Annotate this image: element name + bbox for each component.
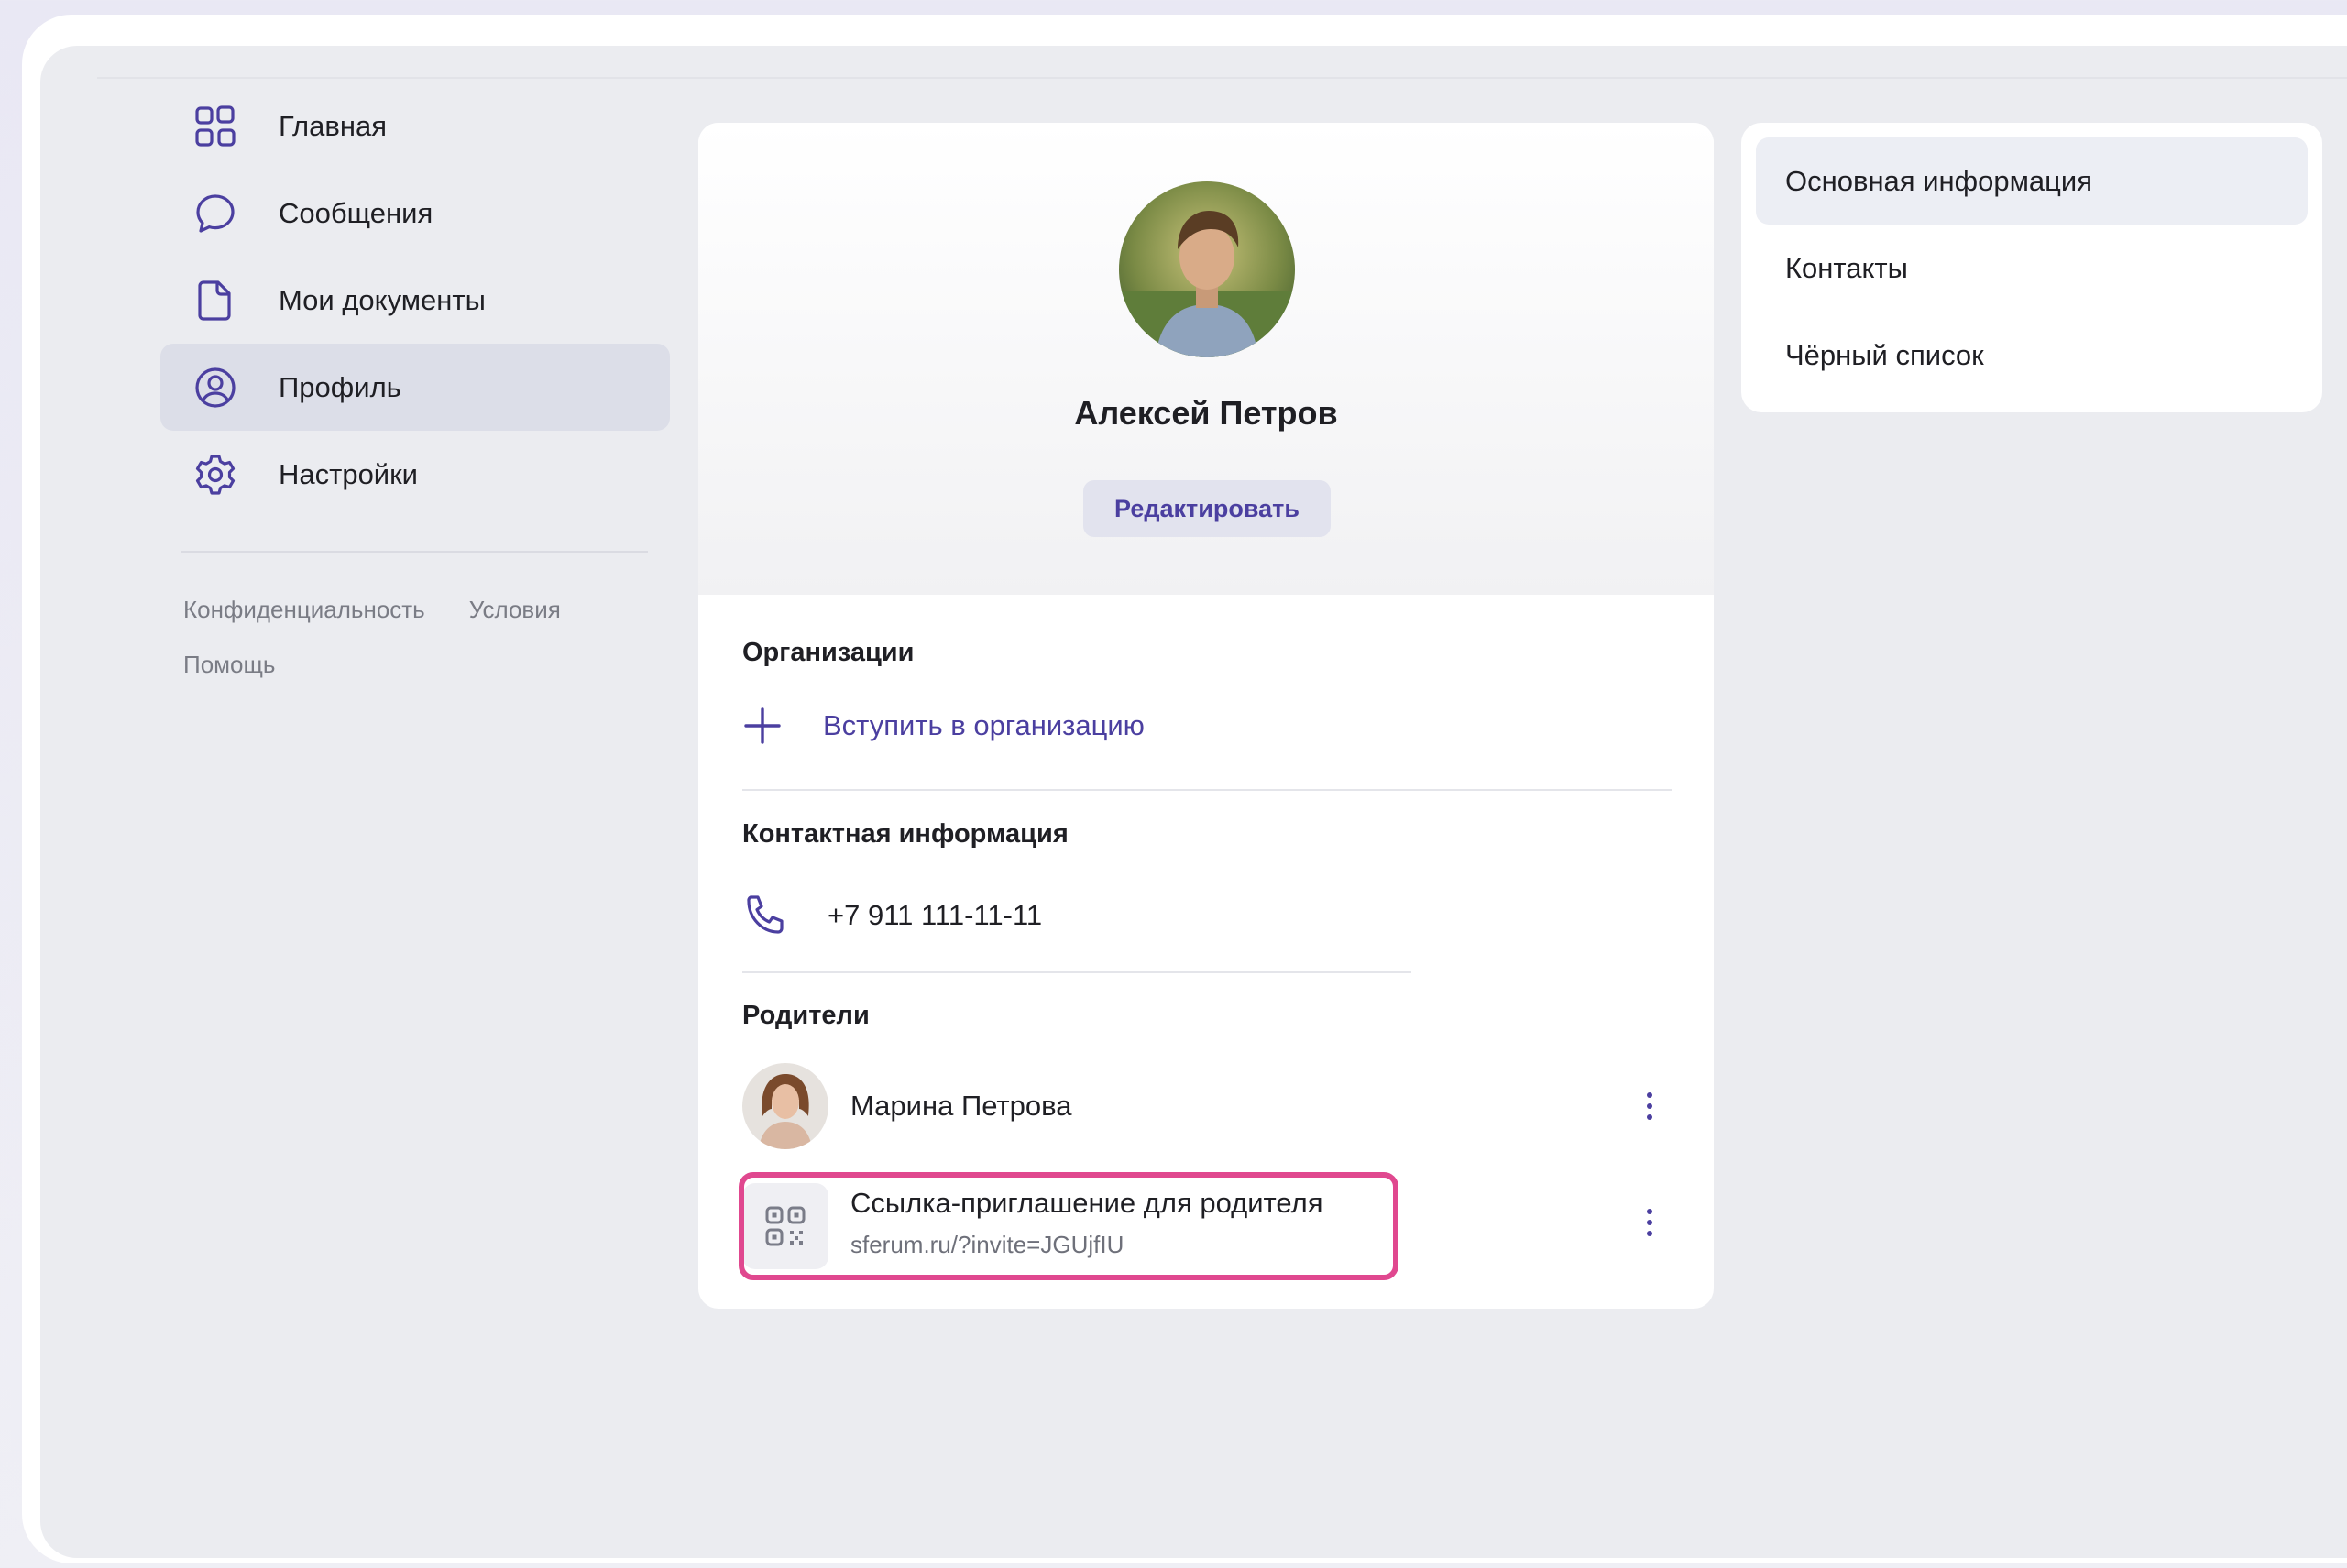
section-divider: [742, 971, 1411, 973]
app-screen: Главная Сообщения Мои документы Профиль …: [40, 46, 2347, 1558]
menu-item-basic-info[interactable]: Основная информация: [1756, 137, 2308, 225]
profile-card: Алексей Петров Редактировать Организации…: [698, 123, 1714, 1309]
profile-name: Алексей Петров: [1074, 394, 1338, 432]
plus-icon: [744, 707, 781, 744]
privacy-link[interactable]: Конфиденциальность: [183, 582, 425, 637]
sidebar-item-label: Профиль: [279, 370, 401, 403]
sidebar-item-label: Настройки: [279, 457, 419, 490]
more-options-icon[interactable]: [1631, 1079, 1668, 1134]
chat-bubble-icon: [192, 191, 238, 236]
grid-icon: [192, 104, 238, 149]
menu-item-contacts[interactable]: Контакты: [1756, 225, 2308, 312]
parents-title: Родители: [742, 1001, 870, 1030]
join-organization-label: Вступить в организацию: [823, 709, 1145, 741]
avatar[interactable]: [1119, 181, 1295, 357]
profile-sections-menu: Основная информация Контакты Чёрный спис…: [1741, 123, 2322, 412]
terms-link[interactable]: Условия: [469, 582, 561, 637]
sidebar-item-label: Мои документы: [279, 283, 486, 316]
invite-link-item[interactable]: Ссылка-приглашение для родителя sferum.r…: [739, 1172, 1668, 1280]
help-link[interactable]: Помощь: [183, 637, 275, 692]
menu-item-blacklist[interactable]: Чёрный список: [1756, 312, 2308, 399]
sidebar-item-messages[interactable]: Сообщения: [160, 170, 670, 257]
sidebar-item-label: Главная: [279, 109, 387, 142]
section-divider: [742, 789, 1672, 791]
sidebar-item-home[interactable]: Главная: [160, 82, 670, 170]
top-divider: [97, 77, 2347, 79]
join-organization-button[interactable]: Вступить в организацию: [742, 706, 1145, 746]
contacts-title: Контактная информация: [742, 819, 1069, 849]
sidebar-divider: [181, 551, 648, 553]
gear-icon: [192, 452, 238, 498]
user-circle-icon: [192, 365, 238, 411]
phone-number: +7 911 111-11-11: [828, 899, 1043, 931]
edit-profile-button[interactable]: Редактировать: [1083, 480, 1331, 537]
document-icon: [192, 278, 238, 323]
sidebar-item-profile[interactable]: Профиль: [160, 344, 670, 431]
sidebar-item-documents[interactable]: Мои документы: [160, 257, 670, 344]
parent-avatar: [742, 1063, 828, 1149]
footer-links: Конфиденциальность Условия Помощь: [183, 582, 660, 692]
phone-row[interactable]: +7 911 111-11-11: [742, 893, 1042, 938]
parent-name: Марина Петрова: [850, 1090, 1072, 1122]
phone-icon: [747, 895, 784, 934]
sidebar: Главная Сообщения Мои документы Профиль …: [160, 82, 670, 692]
sidebar-item-settings[interactable]: Настройки: [160, 431, 670, 518]
invite-link-title: Ссылка-приглашение для родителя: [850, 1187, 1323, 1219]
organizations-title: Организации: [742, 638, 915, 667]
more-options-icon[interactable]: [1631, 1195, 1668, 1250]
sidebar-item-label: Сообщения: [279, 196, 433, 229]
profile-header: Алексей Петров Редактировать: [698, 123, 1714, 595]
parent-item[interactable]: Марина Петрова: [742, 1063, 1668, 1149]
invite-link-url[interactable]: sferum.ru/?invite=JGUjfIU: [850, 1231, 1124, 1259]
qr-code-icon: [742, 1183, 828, 1269]
